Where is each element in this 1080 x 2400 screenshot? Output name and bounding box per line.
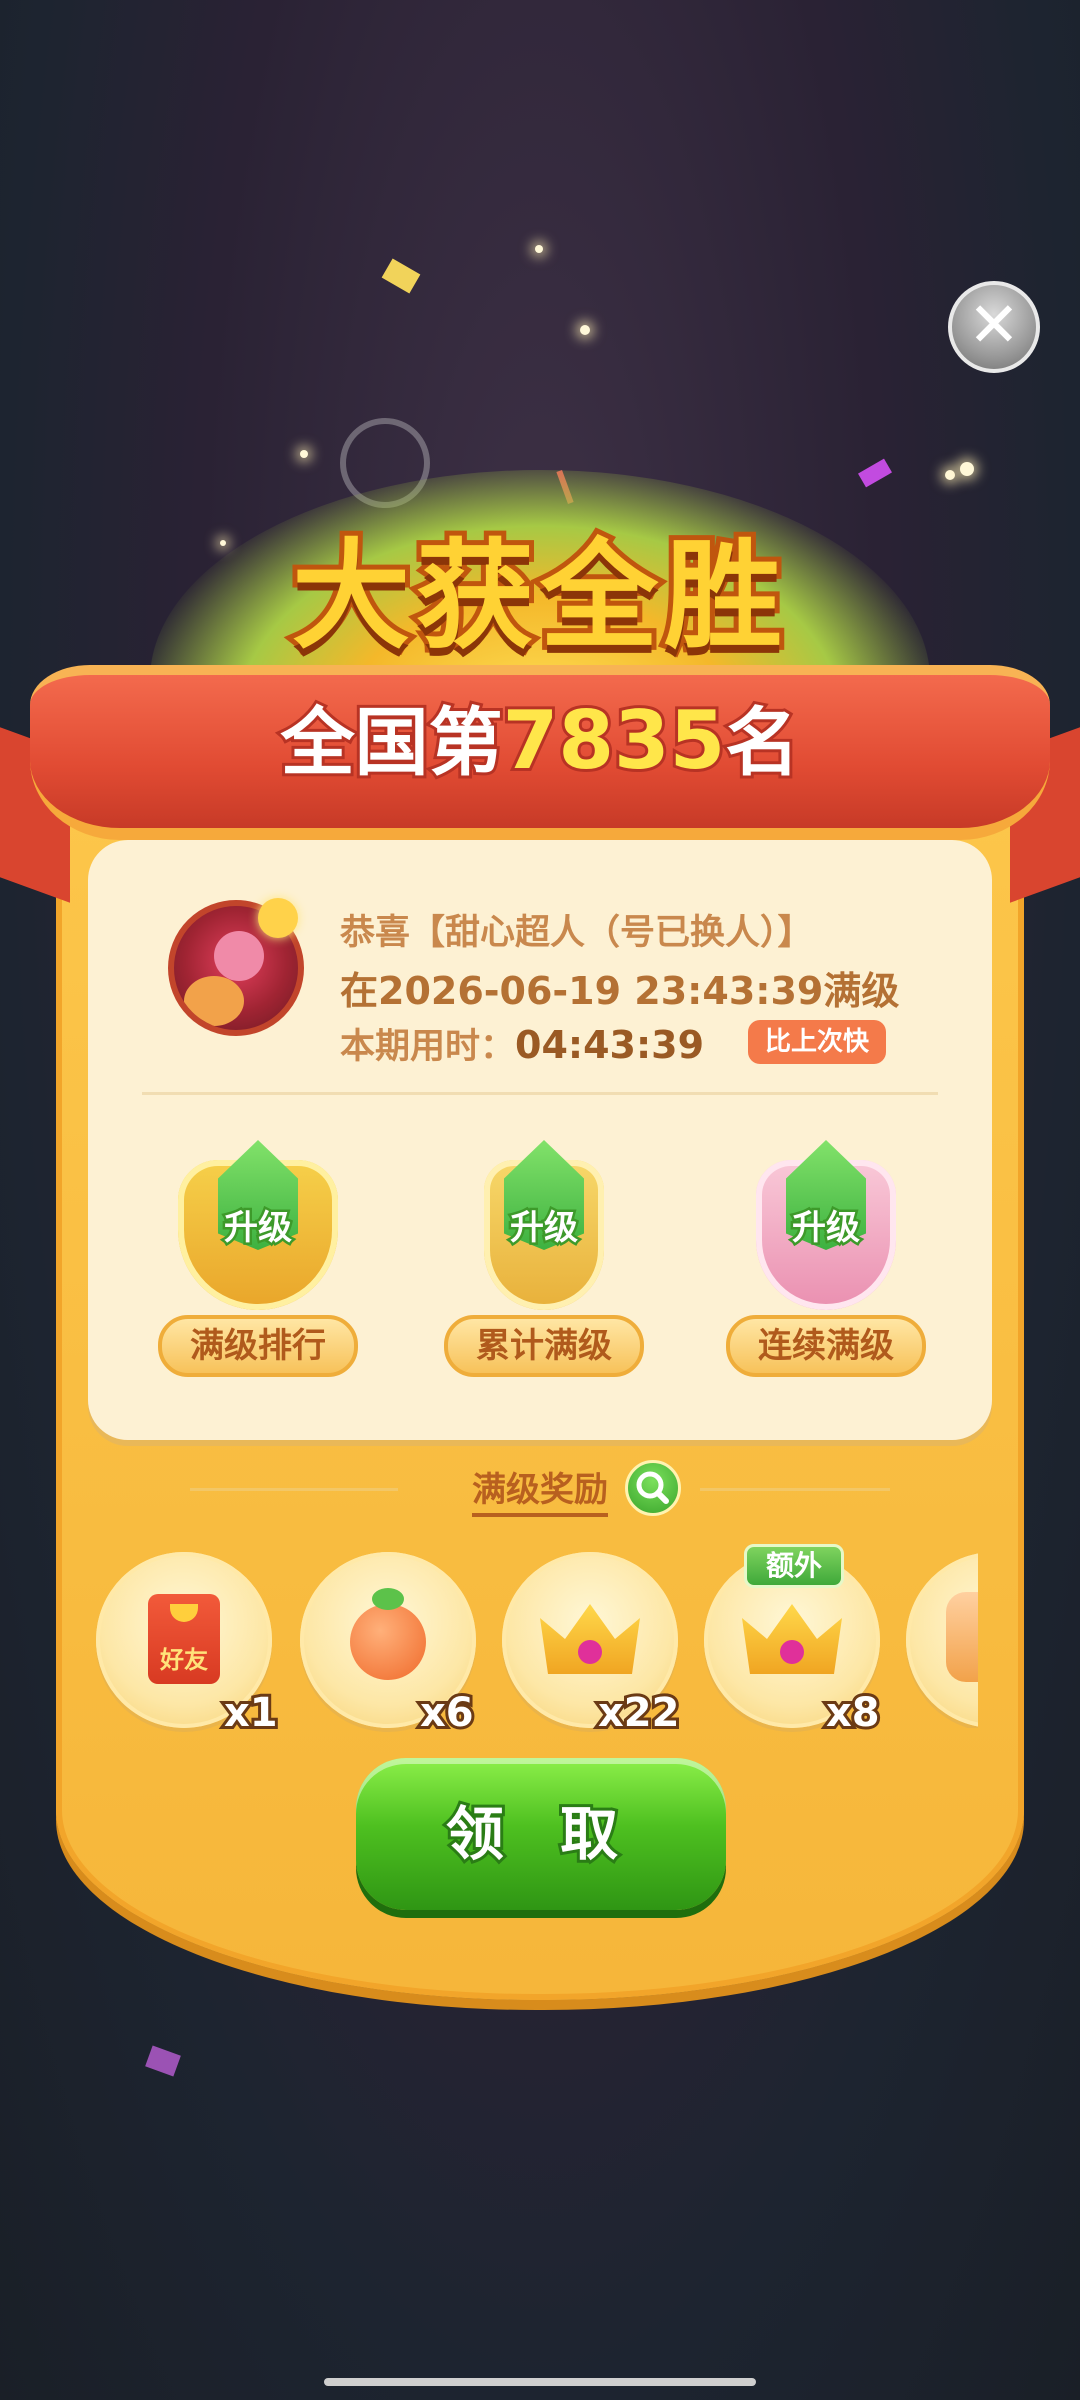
search-icon — [636, 1471, 669, 1504]
badge-label: 满级排行 — [158, 1315, 358, 1377]
victory-title: 大获全胜 — [287, 522, 788, 670]
rank-suffix: 名 — [722, 697, 802, 789]
sparkle — [960, 462, 974, 476]
divider — [142, 1092, 938, 1095]
close-button[interactable]: ✕ — [948, 281, 1040, 373]
close-icon: ✕ — [968, 288, 1020, 361]
confetti — [381, 258, 421, 294]
red-packet-seal — [170, 1604, 198, 1622]
divider — [700, 1488, 890, 1491]
rewards-title[interactable]: 满级奖励 — [472, 1462, 608, 1517]
home-indicator[interactable] — [324, 2378, 756, 2386]
upgrade-tag: 升级 — [222, 1206, 295, 1251]
crown-gem — [578, 1640, 602, 1664]
divider — [190, 1488, 398, 1491]
reward-quantity: x1 — [221, 1687, 281, 1739]
sparkle — [580, 325, 590, 335]
wand-leaf — [372, 1588, 404, 1610]
extra-tag: 额外 — [744, 1544, 844, 1588]
upgrade-tag: 升级 — [790, 1206, 863, 1251]
time-label: 本期用时： — [340, 1027, 516, 1067]
avatar-character — [184, 976, 244, 1026]
confetti — [858, 458, 892, 488]
maxlevel-date-text: 在2026-06-19 23:43:39满级 — [340, 969, 900, 1013]
badge-ranking[interactable]: 升级 满级排行 — [148, 1140, 368, 1380]
confetti — [145, 2045, 181, 2077]
partial-reward-icon — [946, 1592, 978, 1682]
badge-label: 累计满级 — [444, 1315, 644, 1377]
sparkle — [945, 470, 955, 480]
reward-item — [906, 1552, 978, 1728]
red-packet-icon: 好友 — [148, 1594, 220, 1684]
faster-badge: 比上次快 — [748, 1020, 886, 1064]
magic-wand-icon — [350, 1604, 426, 1680]
rank-prefix: 全国第 — [278, 697, 506, 789]
rewards-info-button[interactable] — [625, 1460, 681, 1516]
reward-quantity: x8 — [823, 1687, 883, 1739]
crown-gem — [780, 1640, 804, 1664]
claim-button[interactable]: 领 取 — [356, 1758, 726, 1910]
reward-item-clipped[interactable] — [906, 1552, 978, 1728]
upgrade-tag: 升级 — [508, 1206, 581, 1251]
rank-number: 7835 — [500, 691, 729, 790]
reward-quantity: x22 — [595, 1687, 683, 1739]
sparkle — [535, 245, 543, 253]
avatar-character — [214, 931, 264, 981]
maxlevel-date-line: 在2026-06-19 23:43:39满级 — [340, 960, 899, 1015]
sparkle — [300, 450, 308, 458]
avatar-star-icon — [258, 898, 298, 938]
time-value: 04:43:39 — [515, 1023, 705, 1067]
rank-text: 全国第7835名 — [0, 683, 1080, 790]
badge-label: 连续满级 — [726, 1315, 926, 1377]
congrats-line: 恭喜【甜心超人（号已换人）】 — [340, 913, 813, 953]
red-packet-text: 好友 — [160, 1646, 208, 1674]
badge-consecutive[interactable]: 升级 连续满级 — [716, 1140, 936, 1380]
time-line: 本期用时：04:43:39 — [340, 1018, 704, 1069]
badge-cumulative[interactable]: 升级 累计满级 — [434, 1140, 654, 1380]
reward-quantity: x6 — [417, 1687, 477, 1739]
